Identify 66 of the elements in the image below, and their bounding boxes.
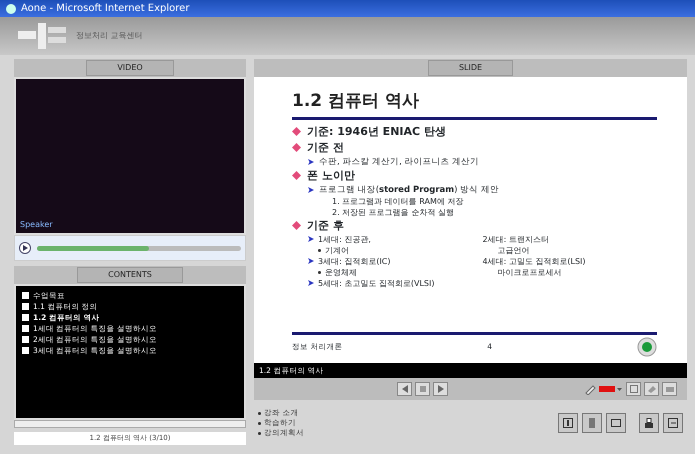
right-triangle-icon — [438, 385, 444, 394]
bullet-text: 2. 저장된 프로그램을 순차적 실행 — [332, 208, 454, 216]
window-title: Aone - Microsoft Internet Explorer — [21, 2, 190, 16]
dot-bullet-icon — [258, 412, 261, 415]
generation-text: 2세대: 트랜지스터 — [482, 234, 549, 244]
arrow-bullet-icon — [308, 158, 314, 164]
bullet-text: 1. 프로그램과 데이터를 RAM에 저장 — [332, 196, 464, 206]
page-button[interactable] — [626, 382, 641, 396]
scrollbar[interactable] — [14, 420, 246, 428]
play-icon[interactable] — [19, 242, 31, 254]
bullet-text: 기준 전 — [307, 140, 344, 156]
left-triangle-icon — [402, 385, 408, 394]
eraser-button[interactable] — [644, 382, 659, 396]
arrow-bullet-icon — [308, 236, 314, 242]
list-button[interactable] — [415, 382, 430, 396]
speaker-label: Speaker — [20, 219, 53, 231]
print-button[interactable] — [639, 413, 659, 434]
dot-bullet-icon — [318, 248, 321, 252]
exit-button[interactable] — [663, 413, 683, 434]
bullet-text: 수판, 파스칼 계산기, 라이프니츠 계산기 — [319, 156, 480, 168]
generation-detail: 마이크로프로세서 — [498, 268, 562, 276]
page-icon — [630, 385, 638, 394]
arrow-bullet-icon — [308, 280, 314, 286]
info-icon — [563, 418, 573, 428]
printer-icon — [645, 418, 653, 428]
slide-title: 1.2 컴퓨터 역사 — [292, 89, 657, 120]
window-icon — [611, 419, 621, 428]
generation-text: 5세대: 초고밀도 집적회로(VLSI) — [318, 278, 434, 288]
slide-tab[interactable]: SLIDE — [428, 60, 514, 76]
header-caption: 정보처리 교육센터 — [76, 30, 143, 42]
clear-icon — [666, 386, 674, 392]
note-icon — [589, 418, 595, 428]
next-button[interactable] — [433, 382, 448, 396]
previous-button[interactable] — [397, 382, 412, 396]
generation-text: 4세대: 고밀도 집적회로(LSI) — [482, 256, 586, 266]
bullet-text: 기준: 1946년 ENIAC 탄생 — [307, 124, 446, 140]
generation-detail: 고급언어 — [498, 246, 530, 254]
eraser-icon — [648, 385, 656, 394]
pen-icon[interactable] — [584, 383, 596, 396]
browser-icon — [6, 4, 16, 14]
contents-tab[interactable]: CONTENTS — [77, 267, 183, 283]
logo-icon — [18, 21, 68, 51]
diamond-bullet-icon — [292, 171, 301, 180]
generation-text: 3세대: 집적회로(IC) — [318, 256, 391, 266]
generation-detail: 운영체제 — [325, 266, 357, 278]
diamond-bullet-icon — [292, 143, 301, 152]
bullet-text: 기준 후 — [307, 218, 344, 234]
next-slide-icon[interactable] — [636, 337, 657, 357]
progress-track[interactable] — [37, 246, 241, 250]
arrow-bullet-icon — [308, 258, 314, 264]
diamond-bullet-icon — [292, 221, 301, 230]
dot-bullet-icon — [258, 422, 261, 425]
window-button[interactable] — [606, 413, 626, 434]
video-tab[interactable]: VIDEO — [86, 60, 174, 76]
arrow-bullet-icon — [308, 186, 314, 192]
dot-bullet-icon — [318, 270, 321, 274]
clear-button[interactable] — [662, 382, 677, 396]
bullet-text: 프로그램 내장(stored Program) 방식 제안 — [319, 184, 499, 196]
square-icon — [420, 386, 426, 392]
exit-icon — [668, 418, 678, 428]
generation-detail: 기계어 — [325, 244, 349, 256]
diamond-bullet-icon — [292, 127, 301, 136]
bullet-text: 폰 노이만 — [307, 168, 355, 184]
generation-text: 1세대: 진공관, — [318, 234, 371, 244]
dot-bullet-icon — [258, 432, 261, 435]
info-button[interactable] — [558, 413, 578, 434]
